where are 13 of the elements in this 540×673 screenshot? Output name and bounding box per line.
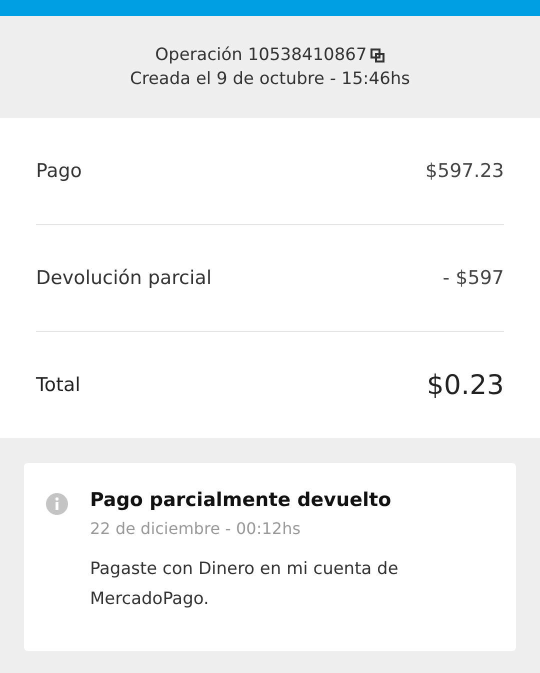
notice-title: Pago parcialmente devuelto [90, 489, 392, 511]
copy-icon[interactable] [370, 48, 385, 62]
row-amount: $0.23 [426, 370, 504, 400]
row-label: Devolución parcial [36, 267, 212, 289]
info-icon [46, 493, 68, 515]
notice-message: Pagaste con Dinero en mi cuenta de MercadoPago. [90, 558, 400, 611]
row-amount: - $597 [442, 267, 504, 289]
row-label: Pago [36, 160, 82, 182]
operation-number: Operación 10538410867 [155, 45, 367, 65]
row-amount: $597.23 [425, 160, 504, 182]
notice-date: 22 de diciembre - 00:12hs [90, 519, 302, 538]
row-label: Total [36, 374, 80, 396]
created-date: Creada el 9 de octubre - 15:46hs [130, 69, 410, 89]
